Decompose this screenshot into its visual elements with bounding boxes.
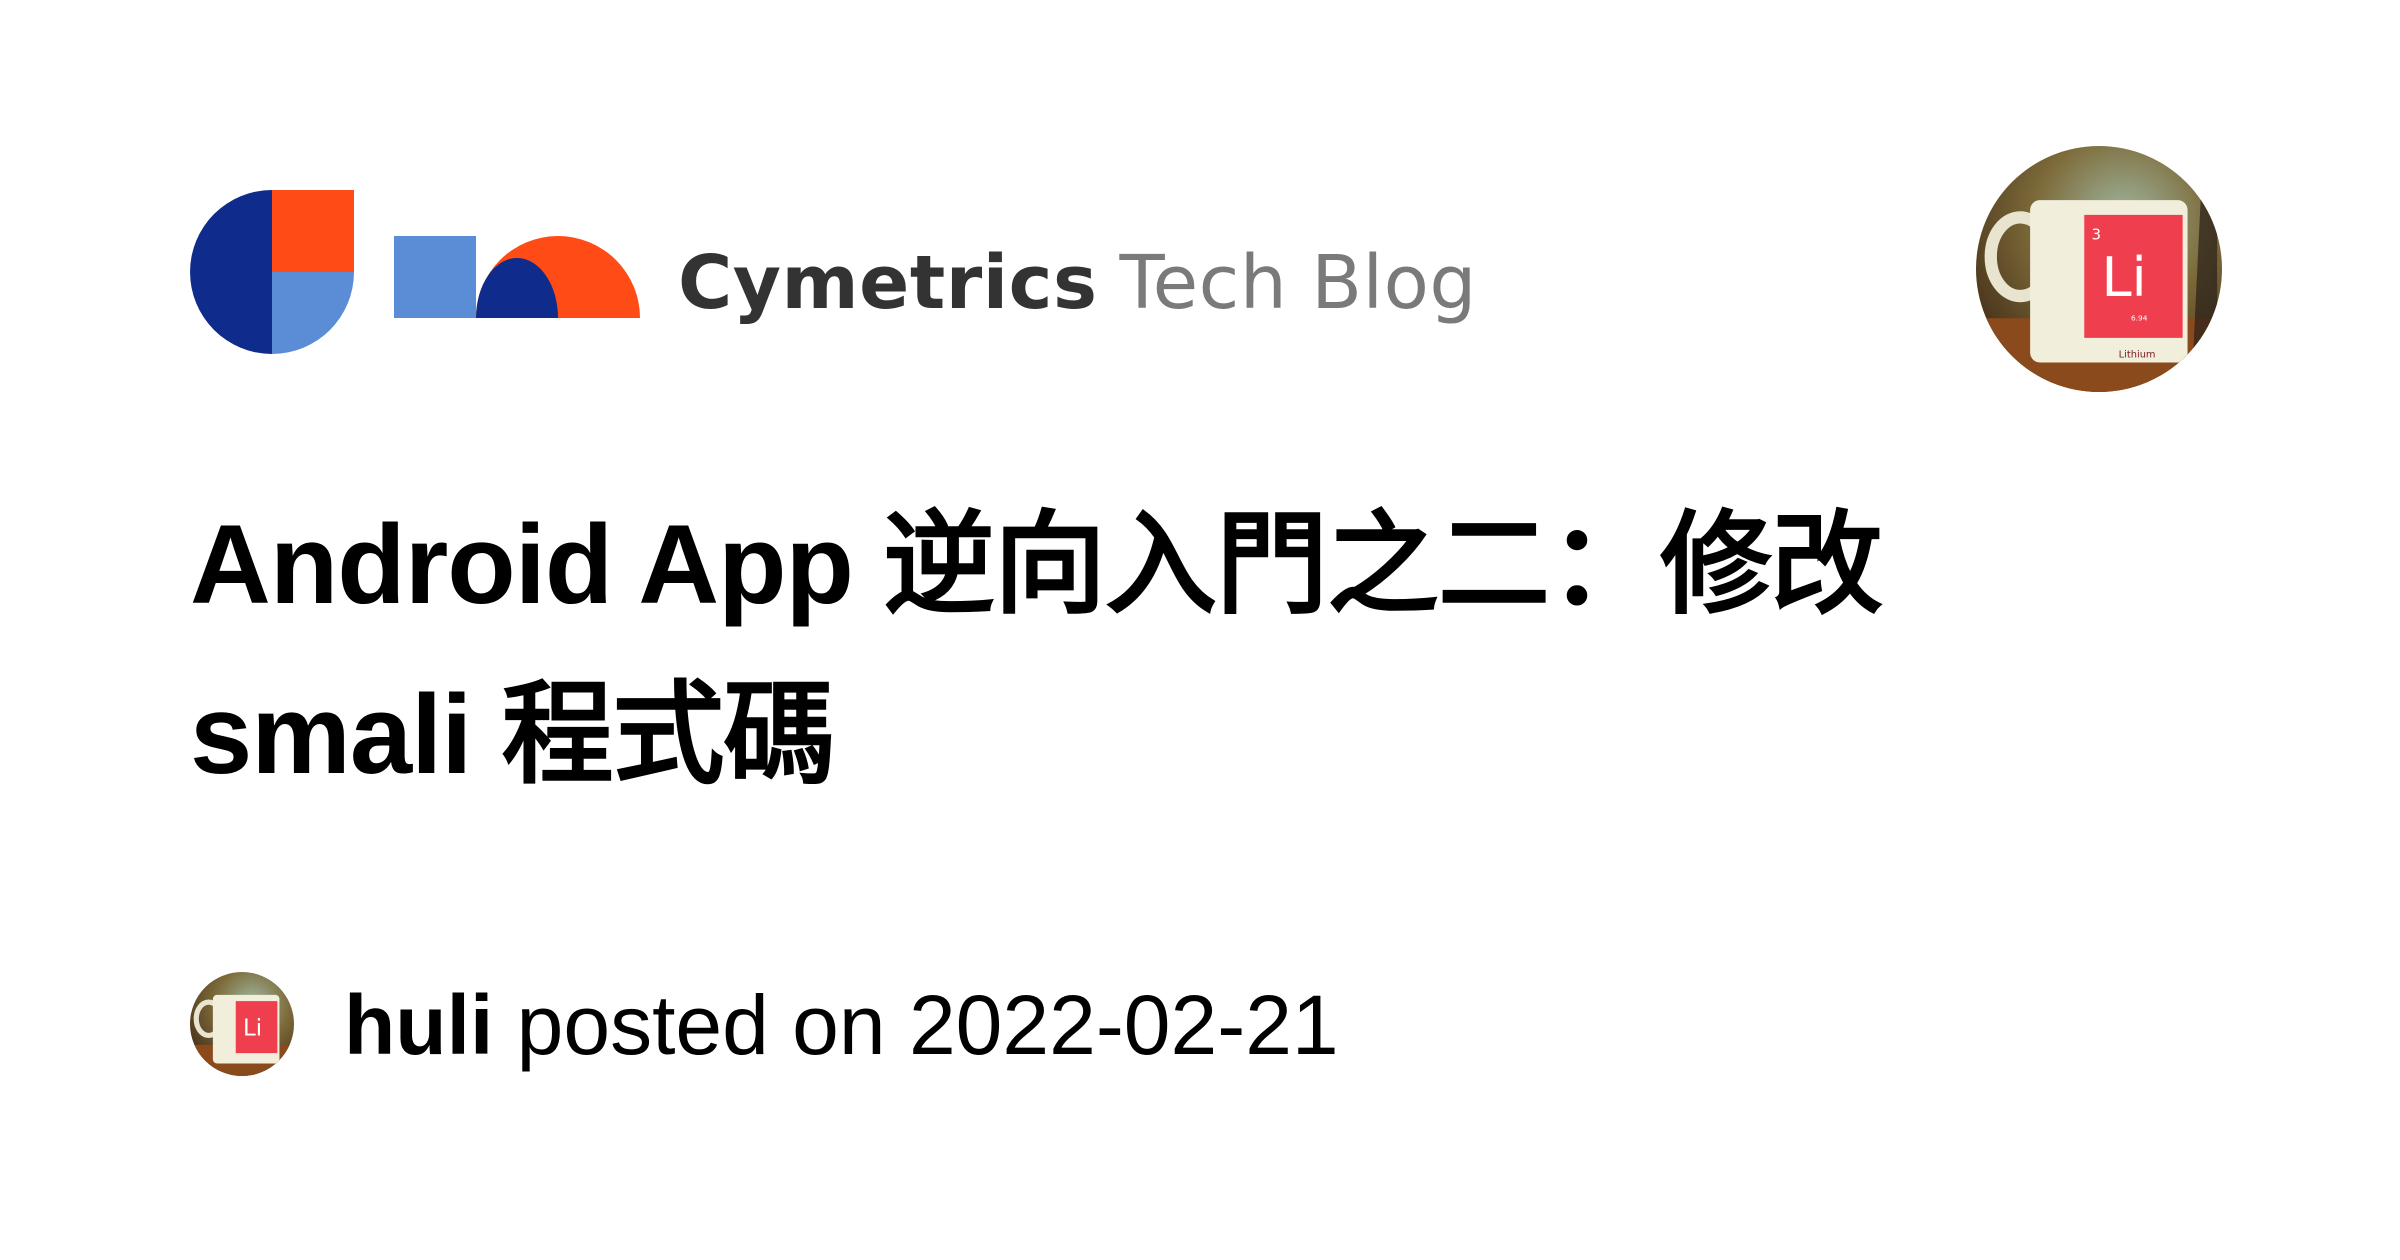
- mug-photo-icon: Li: [190, 972, 294, 1076]
- post-title[interactable]: Android App 逆向入門之二：修改 smali 程式碼: [190, 480, 2090, 820]
- post-date: 2022-02-21: [908, 978, 1339, 1072]
- svg-text:Li: Li: [2101, 246, 2146, 309]
- brand-wordmark: Cymetrics Tech Blog: [678, 246, 1477, 320]
- svg-text:6.94: 6.94: [2131, 314, 2148, 323]
- brand-logo[interactable]: Cymetrics Tech Blog: [190, 190, 1477, 355]
- cymetrics-logo-mark: [190, 190, 640, 354]
- author-name[interactable]: huli: [344, 978, 493, 1072]
- post-byline: huli posted on 2022-02-21: [344, 982, 1339, 1068]
- mug-photo-icon: 3 Li 6.94 Lithium: [1976, 146, 2222, 392]
- svg-text:3: 3: [2092, 226, 2101, 243]
- brand-name: Cymetrics: [678, 239, 1098, 326]
- brand-suffix: Tech Blog: [1119, 239, 1477, 326]
- svg-text:Li: Li: [243, 1015, 262, 1041]
- author-avatar-large[interactable]: 3 Li 6.94 Lithium: [1976, 146, 2222, 392]
- author-avatar-small[interactable]: Li: [190, 972, 294, 1076]
- svg-text:Lithium: Lithium: [2119, 350, 2156, 361]
- posted-on-text: posted on: [493, 978, 909, 1072]
